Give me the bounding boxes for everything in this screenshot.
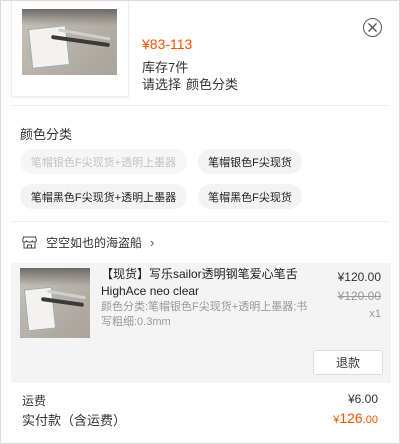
refund-button[interactable]: 退款 [313,350,383,375]
shipping-value: ¥6.00 [347,392,378,406]
total-row: 实付款（含运费） ¥126.00 [22,410,378,429]
shipping-row: 运费 ¥6.00 [22,392,378,409]
select-hint-attr: 颜色分类 [186,77,239,92]
order-item-price: ¥120.00 [337,270,381,284]
total-value: ¥126.00 [333,410,378,426]
option-chip-black-cap-converter[interactable]: 笔帽黑色F尖现货+透明上墨器 [20,184,187,209]
option-chip-black-cap[interactable]: 笔帽黑色F尖现货 [198,184,302,209]
order-item-quantity: x1 [369,308,381,320]
order-item-card: 【现货】写乐sailor透明钢笔爱心笔舌HighAce neo clear 颜色… [11,263,391,383]
close-button[interactable] [363,18,382,37]
option-group-title: 颜色分类 [20,127,73,142]
product-image [22,9,117,75]
order-item-title[interactable]: 【现货】写乐sailor透明钢笔爱心笔舌HighAce neo clear [101,266,311,300]
order-item-spec: 颜色分类:笔帽银色F尖现货+透明上墨器;书写粗细:0.3mm [101,301,308,328]
total-label: 实付款（含运费） [22,413,127,428]
divider [11,221,389,222]
sku-popup: ¥83-113 库存7件 请选择 颜色分类 颜色分类 笔帽银色F尖现货+透明上墨器… [0,0,400,444]
shop-link[interactable]: 空空如也的海盗船 › [22,234,154,250]
shipping-label: 运费 [22,394,47,408]
order-item-original-price: ¥120.00 [337,289,381,303]
select-hint-label: 请选择 [142,77,182,92]
total-integer: 126 [339,410,363,426]
shop-name: 空空如也的海盗船 [46,235,143,250]
option-chip-silver-cap-converter[interactable]: 笔帽银色F尖现货+透明上墨器 [20,149,187,174]
product-thumbnail [11,1,129,97]
close-icon [368,23,377,32]
price-range: ¥83-113 [142,36,193,52]
total-decimal: .00 [362,414,378,426]
chevron-right-icon: › [150,234,155,250]
store-icon [22,236,37,249]
option-chip-silver-cap[interactable]: 笔帽银色F尖现货 [198,149,302,174]
select-hint: 请选择 颜色分类 [142,74,238,93]
divider [11,105,389,106]
order-item-image[interactable] [20,268,90,338]
